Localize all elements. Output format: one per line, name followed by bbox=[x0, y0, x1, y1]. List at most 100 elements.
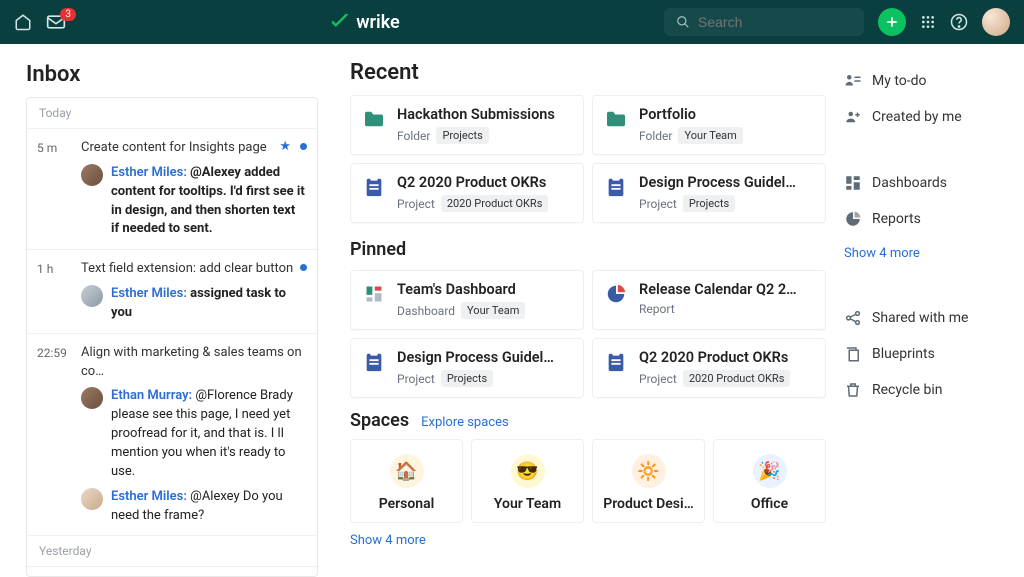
message-author: Esther Miles: bbox=[111, 286, 187, 301]
inbox-item[interactable]: ★ 5 m Create content for Insights page E… bbox=[27, 129, 317, 250]
card-tag[interactable]: Your Team bbox=[461, 302, 525, 319]
message-author: Ethan Murray: bbox=[111, 388, 192, 403]
item-card[interactable]: Design Process Guideli… Project Projects bbox=[592, 163, 826, 223]
card-type: Dashboard bbox=[397, 304, 455, 318]
space-card[interactable]: 🔆 Product Desi… bbox=[592, 439, 705, 523]
project-icon bbox=[605, 351, 627, 373]
inbox-item[interactable]: 1 h Text field extension: add clear butt… bbox=[27, 250, 317, 334]
item-card[interactable]: Q2 2020 Product OKRs Project 2020 Produc… bbox=[350, 163, 584, 223]
nav-recycle-bin[interactable]: Recycle bin bbox=[844, 381, 1016, 399]
card-type: Report bbox=[639, 302, 675, 316]
nav-label: Recycle bin bbox=[872, 382, 943, 398]
card-type: Folder bbox=[397, 129, 430, 143]
card-title: Team's Dashboard bbox=[397, 281, 525, 298]
inbox-envelope-icon[interactable]: 3 bbox=[46, 14, 66, 30]
pinned-heading: Pinned bbox=[350, 239, 826, 260]
nav-my-todo[interactable]: My to-do bbox=[844, 72, 1016, 90]
explore-spaces-link[interactable]: Explore spaces bbox=[421, 415, 509, 430]
inbox-time: 22:59 bbox=[37, 344, 71, 526]
project-icon bbox=[363, 176, 385, 198]
card-type: Project bbox=[397, 197, 435, 211]
card-type: Project bbox=[639, 197, 677, 211]
spaces-show-more-link[interactable]: Show 4 more bbox=[350, 533, 826, 548]
inbox-day-today: Today bbox=[27, 98, 317, 129]
inbox-heading: Inbox bbox=[26, 62, 318, 87]
recent-heading: Recent bbox=[350, 60, 826, 85]
card-title: Q2 2020 Product OKRs bbox=[639, 349, 790, 366]
person-plus-icon bbox=[844, 108, 862, 126]
nav-show-more[interactable]: Show 4 more bbox=[844, 246, 1016, 261]
folder-icon bbox=[605, 108, 627, 130]
trash-icon bbox=[844, 381, 862, 399]
space-card[interactable]: 😎 Your Team bbox=[471, 439, 584, 523]
card-title: Design Process Guideli… bbox=[639, 174, 799, 191]
space-emoji-icon: 🎉 bbox=[753, 454, 787, 488]
space-emoji-icon: 🔆 bbox=[632, 454, 666, 488]
nav-shared-with-me[interactable]: Shared with me bbox=[844, 309, 1016, 327]
inbox-item[interactable]: 22:59 Align with marketing & sales teams… bbox=[27, 334, 317, 537]
inbox-time: 5 m bbox=[37, 139, 71, 239]
space-title: Personal bbox=[357, 496, 456, 512]
nav-label: Dashboards bbox=[872, 175, 947, 191]
nav-label: Created by me bbox=[872, 109, 962, 125]
inbox-item-title: Create content for Insights page bbox=[81, 139, 305, 158]
share-icon bbox=[844, 309, 862, 327]
item-card[interactable]: Portfolio Folder Your Team bbox=[592, 95, 826, 155]
brand-name: wrike bbox=[356, 12, 399, 33]
space-card[interactable]: 🎉 Office bbox=[713, 439, 826, 523]
unread-dot-icon bbox=[300, 143, 307, 150]
card-tag[interactable]: 2020 Product OKRs bbox=[441, 195, 549, 212]
avatar-icon bbox=[81, 285, 103, 307]
space-title: Product Desi… bbox=[599, 496, 698, 512]
space-emoji-icon: 🏠 bbox=[390, 454, 424, 488]
spaces-heading: Spaces bbox=[350, 410, 409, 431]
copy-icon bbox=[844, 345, 862, 363]
card-tag[interactable]: Projects bbox=[683, 195, 735, 212]
card-title: Design Process Guideli… bbox=[397, 349, 557, 366]
global-search[interactable] bbox=[664, 8, 864, 36]
nav-reports[interactable]: Reports bbox=[844, 210, 1016, 228]
brand-logo[interactable]: wrike bbox=[80, 12, 650, 33]
card-tag[interactable]: Projects bbox=[441, 370, 493, 387]
person-list-icon bbox=[844, 72, 862, 90]
home-icon[interactable] bbox=[14, 13, 32, 31]
dashboard-icon bbox=[844, 174, 862, 192]
item-card[interactable]: Q2 2020 Product OKRs Project 2020 Produc… bbox=[592, 338, 826, 398]
inbox-day-yesterday: Yesterday bbox=[27, 536, 317, 567]
card-title: Release Calendar Q2 20… bbox=[639, 281, 799, 298]
folder-icon bbox=[363, 108, 385, 130]
project-icon bbox=[605, 176, 627, 198]
nav-dashboards[interactable]: Dashboards bbox=[844, 174, 1016, 192]
item-card[interactable]: Hackathon Submissions Folder Projects bbox=[350, 95, 584, 155]
card-tag[interactable]: Projects bbox=[436, 127, 488, 144]
search-input[interactable] bbox=[698, 14, 852, 30]
dashboard-icon bbox=[363, 283, 385, 305]
unread-dot-icon bbox=[300, 264, 307, 271]
item-card[interactable]: Design Process Guideli… Project Projects bbox=[350, 338, 584, 398]
card-type: Project bbox=[639, 372, 677, 386]
card-tag[interactable]: Your Team bbox=[678, 127, 742, 144]
create-button[interactable] bbox=[878, 8, 906, 36]
space-title: Office bbox=[720, 496, 819, 512]
report-icon bbox=[605, 283, 627, 305]
nav-created-by-me[interactable]: Created by me bbox=[844, 108, 1016, 126]
avatar-icon bbox=[81, 387, 103, 409]
card-title: Portfolio bbox=[639, 106, 743, 123]
user-avatar[interactable] bbox=[982, 8, 1010, 36]
item-card[interactable]: Release Calendar Q2 20… Report bbox=[592, 270, 826, 330]
inbox-item-title: Align with marketing & sales teams on co… bbox=[81, 344, 305, 382]
space-title: Your Team bbox=[478, 496, 577, 512]
nav-blueprints[interactable]: Blueprints bbox=[844, 345, 1016, 363]
apps-grid-icon[interactable] bbox=[920, 14, 936, 30]
nav-label: My to-do bbox=[872, 73, 927, 89]
card-title: Hackathon Submissions bbox=[397, 106, 555, 123]
star-icon[interactable]: ★ bbox=[279, 139, 291, 154]
avatar-icon bbox=[81, 164, 103, 186]
space-card[interactable]: 🏠 Personal bbox=[350, 439, 463, 523]
help-icon[interactable] bbox=[950, 13, 968, 31]
item-card[interactable]: Team's Dashboard Dashboard Your Team bbox=[350, 270, 584, 330]
avatar-icon bbox=[81, 488, 103, 510]
card-tag[interactable]: 2020 Product OKRs bbox=[683, 370, 791, 387]
search-icon bbox=[676, 15, 690, 29]
inbox-time: 1 h bbox=[37, 260, 71, 323]
